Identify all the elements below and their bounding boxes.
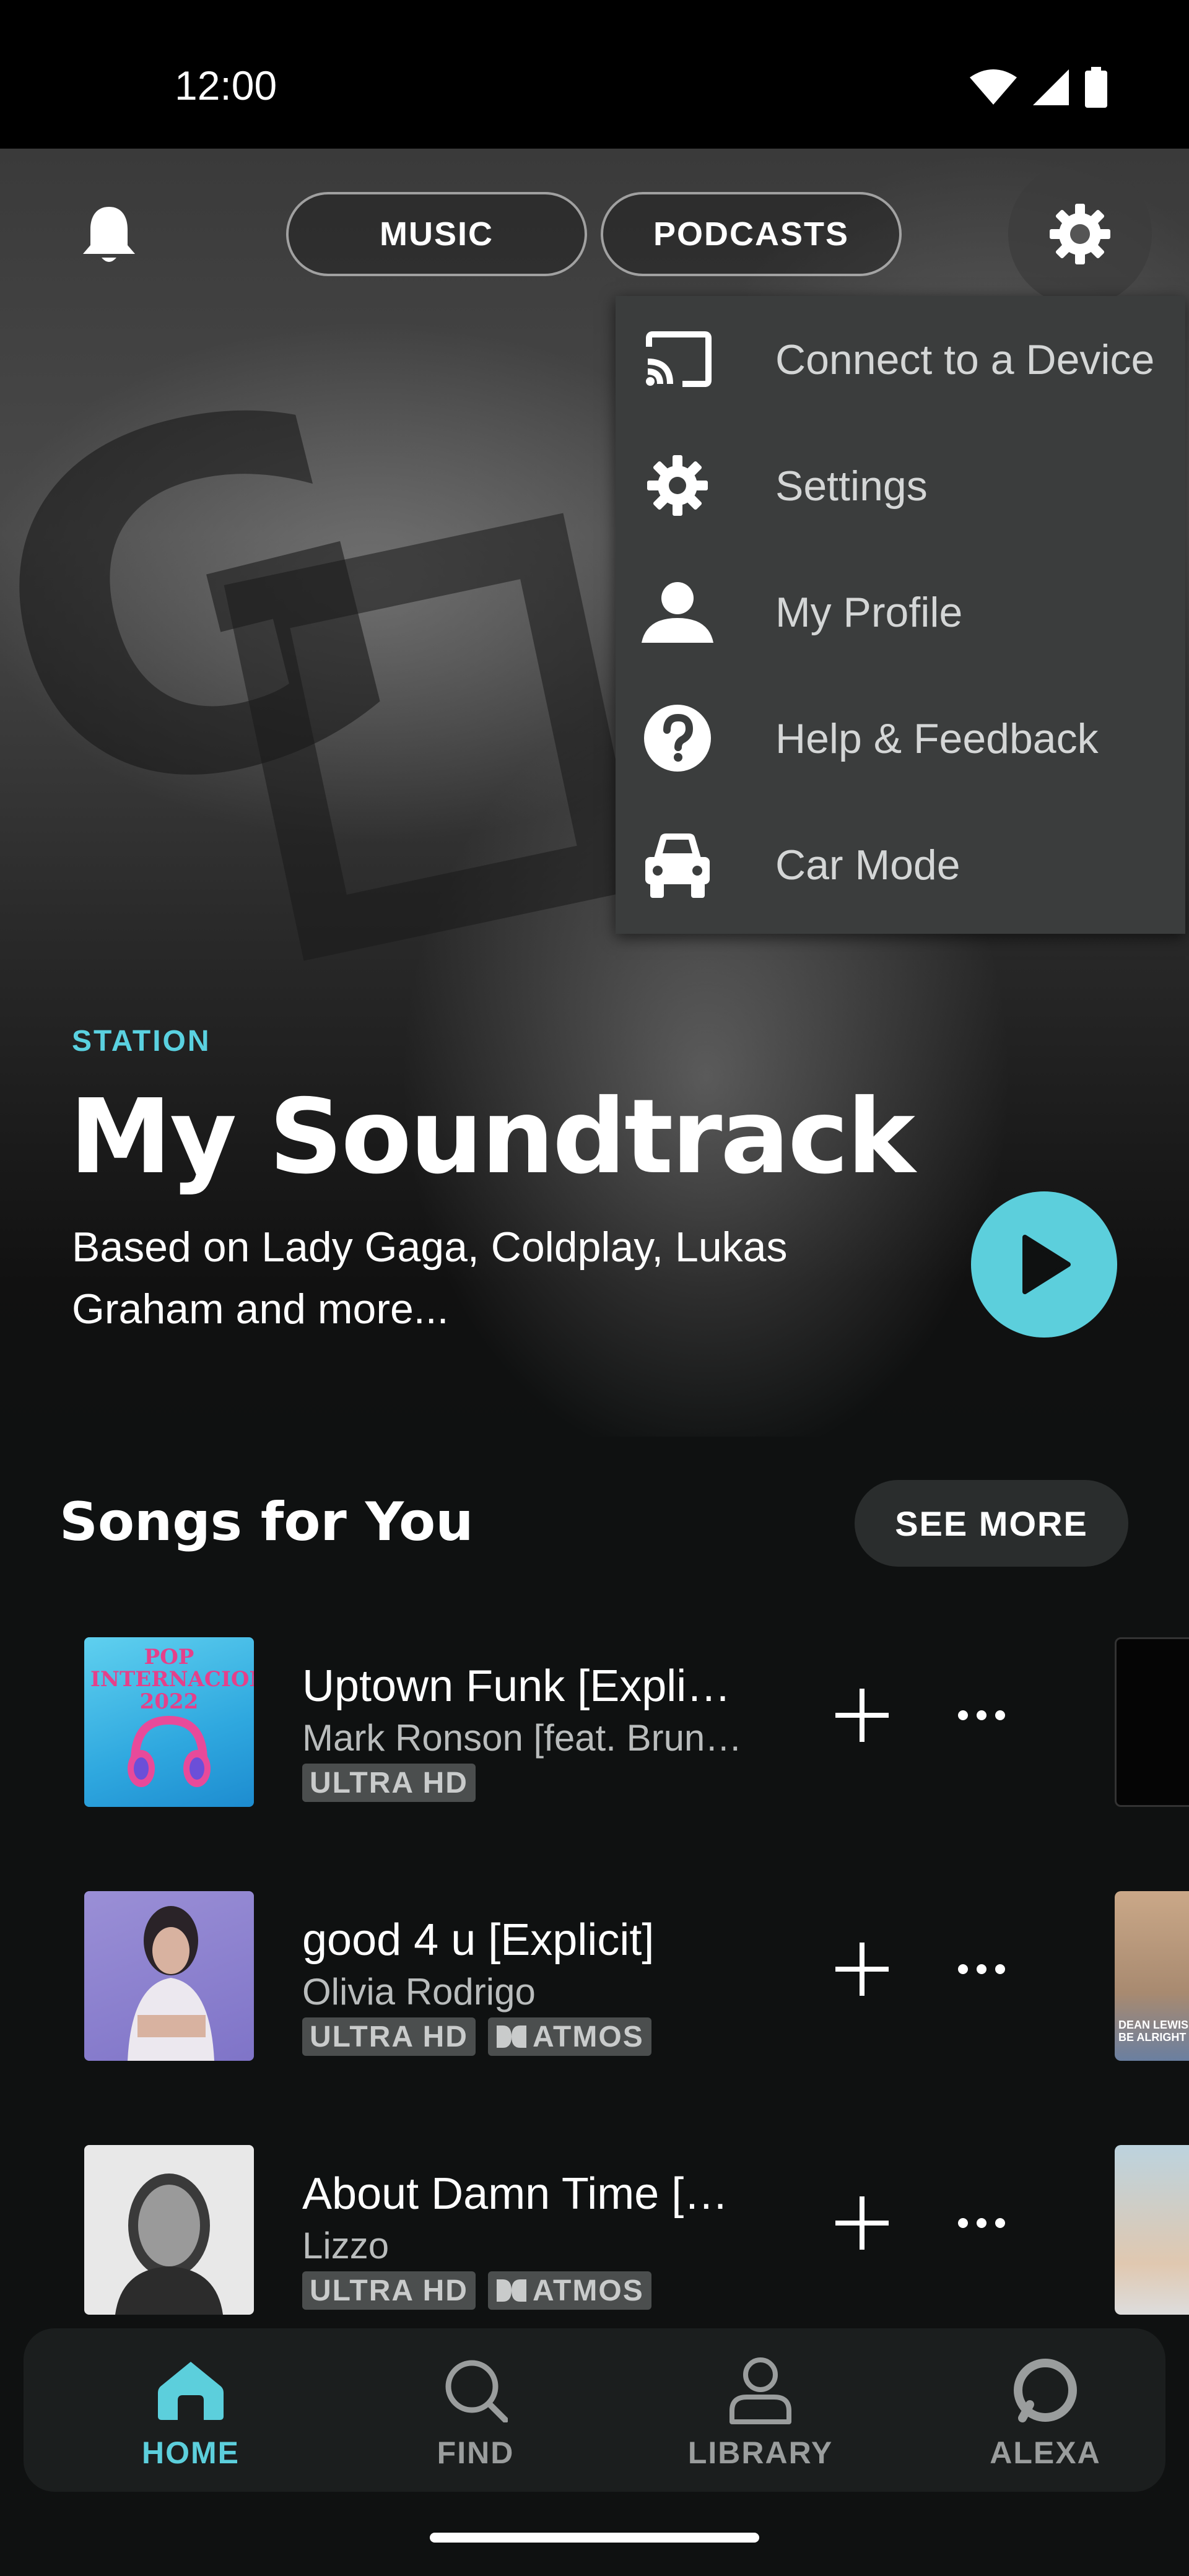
menu-item-my-profile[interactable]: My Profile [616, 549, 1185, 675]
plus-icon [835, 1943, 889, 1996]
dolby-atmos-badge: ATMOS [487, 2271, 651, 2310]
ultra-hd-badge: ULTRA HD [302, 2017, 476, 2056]
play-icon [1022, 1235, 1071, 1294]
next-column-album-art[interactable] [1115, 2145, 1189, 2315]
hero-artwork-shape [224, 513, 643, 961]
cast-icon [640, 322, 715, 396]
album-art[interactable] [84, 1891, 254, 2061]
dolby-atmos-badge: ATMOS [487, 2017, 651, 2056]
menu-item-label: My Profile [775, 589, 963, 636]
quality-badges: ULTRA HD ATMOS [302, 2271, 651, 2310]
ultra-hd-badge: ULTRA HD [302, 2271, 476, 2310]
album-art[interactable] [84, 2145, 254, 2315]
cellular-signal-icon [1033, 69, 1069, 105]
station-tag: STATION [72, 1025, 211, 1058]
dolby-icon [496, 2279, 526, 2302]
status-time: 12:00 [175, 63, 277, 108]
song-row[interactable]: good 4 u [Explicit] Olivia Rodrigo ULTRA… [0, 1891, 1189, 2077]
add-to-library-button[interactable] [830, 1683, 894, 1747]
song-artist: Mark Ronson [feat. Brun… [302, 1717, 743, 1759]
song-title: About Damn Time [… [302, 2169, 729, 2219]
gear-icon [1050, 204, 1110, 264]
alexa-icon [1008, 2353, 1082, 2427]
gear-icon [640, 448, 715, 523]
song-title: good 4 u [Explicit] [302, 1915, 655, 1965]
bell-icon [83, 207, 135, 262]
menu-item-connect-device[interactable]: Connect to a Device [616, 296, 1185, 422]
nav-library[interactable]: LIBRARY [668, 2328, 853, 2492]
atmos-label: ATMOS [532, 2020, 644, 2053]
menu-item-car-mode[interactable]: Car Mode [616, 801, 1185, 928]
more-options-button[interactable] [947, 2191, 1016, 2255]
settings-dropdown-menu: Connect to a Device Settings My Profile … [616, 296, 1185, 934]
nav-find[interactable]: FIND [383, 2328, 568, 2492]
song-row[interactable]: POP INTERNACIONAL 2022 Uptown Funk [Expl… [0, 1637, 1189, 1823]
more-options-button[interactable] [947, 1937, 1016, 2001]
song-row[interactable]: About Damn Time [… Lizzo ULTRA HD ATMOS [0, 2145, 1189, 2331]
more-dots-icon [958, 1964, 1005, 1974]
see-more-button[interactable]: SEE MORE [855, 1480, 1128, 1567]
song-artist: Olivia Rodrigo [302, 1971, 536, 2012]
search-icon [438, 2353, 513, 2427]
play-station-button[interactable] [971, 1191, 1117, 1338]
quality-badges: ULTRA HD [302, 1764, 476, 1802]
song-title: Uptown Funk [Expli… [302, 1661, 731, 1711]
car-icon [640, 827, 715, 902]
add-to-library-button[interactable] [830, 1937, 894, 2001]
artist-portrait-artwork [128, 1906, 214, 2061]
album-art[interactable]: POP INTERNACIONAL 2022 [84, 1637, 254, 1807]
peek-album-text: DEAN LEWIS BE ALRIGHT [1118, 2019, 1189, 2043]
more-dots-icon [958, 2218, 1005, 2228]
station-description: Based on Lady Gaga, Coldplay, Lukas Grah… [72, 1224, 788, 1333]
help-icon [640, 701, 715, 775]
nav-home[interactable]: HOME [98, 2328, 284, 2492]
next-column-album-art[interactable]: DEAN LEWIS BE ALRIGHT [1115, 1891, 1189, 2061]
add-to-library-button[interactable] [830, 2191, 894, 2255]
wifi-icon [970, 69, 1017, 105]
library-person-icon [723, 2353, 798, 2427]
status-icons [970, 67, 1107, 108]
nav-label: HOME [142, 2435, 240, 2470]
quality-badges: ULTRA HD ATMOS [302, 2017, 651, 2056]
menu-item-label: Settings [775, 463, 928, 510]
plus-icon [835, 2196, 889, 2250]
menu-item-settings[interactable]: Settings [616, 422, 1185, 549]
notifications-button[interactable] [79, 204, 139, 269]
menu-item-label: Car Mode [775, 842, 960, 889]
nav-alexa[interactable]: ALEXA [952, 2328, 1138, 2492]
dolby-icon [496, 2026, 526, 2048]
more-dots-icon [958, 1710, 1005, 1720]
nav-label: LIBRARY [687, 2435, 834, 2470]
album-art-text: POP INTERNACIONAL 2022 [90, 1645, 254, 1714]
nav-label: ALEXA [990, 2435, 1101, 2470]
plus-icon [835, 1689, 889, 1742]
headphones-artwork [128, 1715, 211, 1787]
home-gesture-indicator[interactable] [430, 2533, 759, 2543]
status-bar: 12:00 [0, 0, 1189, 149]
tab-music[interactable]: MUSIC [286, 192, 587, 276]
song-artist: Lizzo [302, 2225, 390, 2266]
ultra-hd-badge: ULTRA HD [302, 1764, 476, 1802]
menu-item-label: Connect to a Device [775, 336, 1155, 383]
menu-item-help-feedback[interactable]: Help & Feedback [616, 675, 1185, 801]
next-column-album-art[interactable] [1115, 1637, 1189, 1807]
tab-podcasts[interactable]: PODCASTS [601, 192, 902, 276]
person-icon [640, 575, 715, 649]
more-options-button[interactable] [947, 1683, 1016, 1747]
battery-icon [1085, 67, 1107, 108]
nav-label: FIND [437, 2435, 515, 2470]
section-title: Songs for You [59, 1491, 474, 1553]
menu-item-label: Help & Feedback [775, 715, 1099, 762]
station-title[interactable]: My Soundtrack [69, 1077, 915, 1197]
settings-menu-button[interactable] [1008, 162, 1152, 306]
artist-portrait-artwork [84, 2145, 254, 2315]
bottom-navigation: HOME FIND LIBRARY ALEXA [24, 2328, 1165, 2492]
atmos-label: ATMOS [532, 2274, 644, 2307]
home-icon [154, 2353, 228, 2427]
